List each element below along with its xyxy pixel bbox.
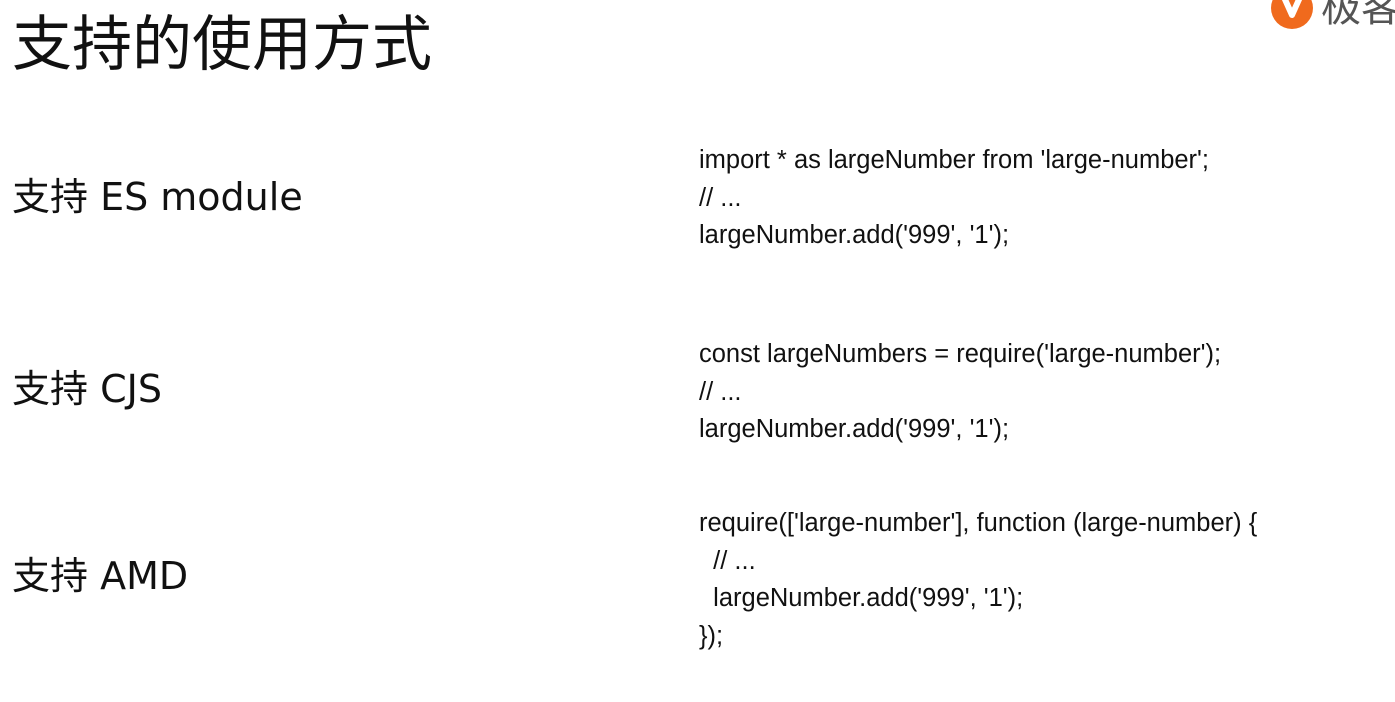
code-line: // ... bbox=[699, 546, 756, 575]
slide-title: 支持的使用方式 bbox=[12, 10, 432, 80]
code-block-amd: require(['large-number'], function (larg… bbox=[699, 505, 1257, 655]
code-line: largeNumber.add('999', '1'); bbox=[699, 415, 1010, 443]
section-label-cjs: 支持 CJS bbox=[12, 367, 162, 411]
brand-text: 极客 bbox=[1321, 0, 1395, 31]
brand-mark-icon bbox=[1271, 0, 1313, 29]
code-line: largeNumber.add('999', '1'); bbox=[699, 584, 1024, 612]
code-block-es-module: import * as largeNumber from 'large-numb… bbox=[699, 142, 1209, 255]
section-label-amd: 支持 AMD bbox=[12, 554, 189, 598]
code-line: import * as largeNumber from 'large-numb… bbox=[699, 146, 1209, 174]
code-line: const largeNumbers = require('large-numb… bbox=[699, 340, 1222, 368]
code-line: // ... bbox=[699, 377, 742, 406]
brand-logo: 极客 bbox=[1269, 0, 1395, 32]
code-line: largeNumber.add('999', '1'); bbox=[699, 221, 1010, 249]
code-line: require(['large-number'], function (larg… bbox=[699, 509, 1258, 537]
section-label-es-module: 支持 ES module bbox=[12, 175, 303, 219]
code-line: // ... bbox=[699, 183, 742, 212]
code-line: }); bbox=[699, 621, 724, 650]
code-block-cjs: const largeNumbers = require('large-numb… bbox=[699, 336, 1221, 449]
